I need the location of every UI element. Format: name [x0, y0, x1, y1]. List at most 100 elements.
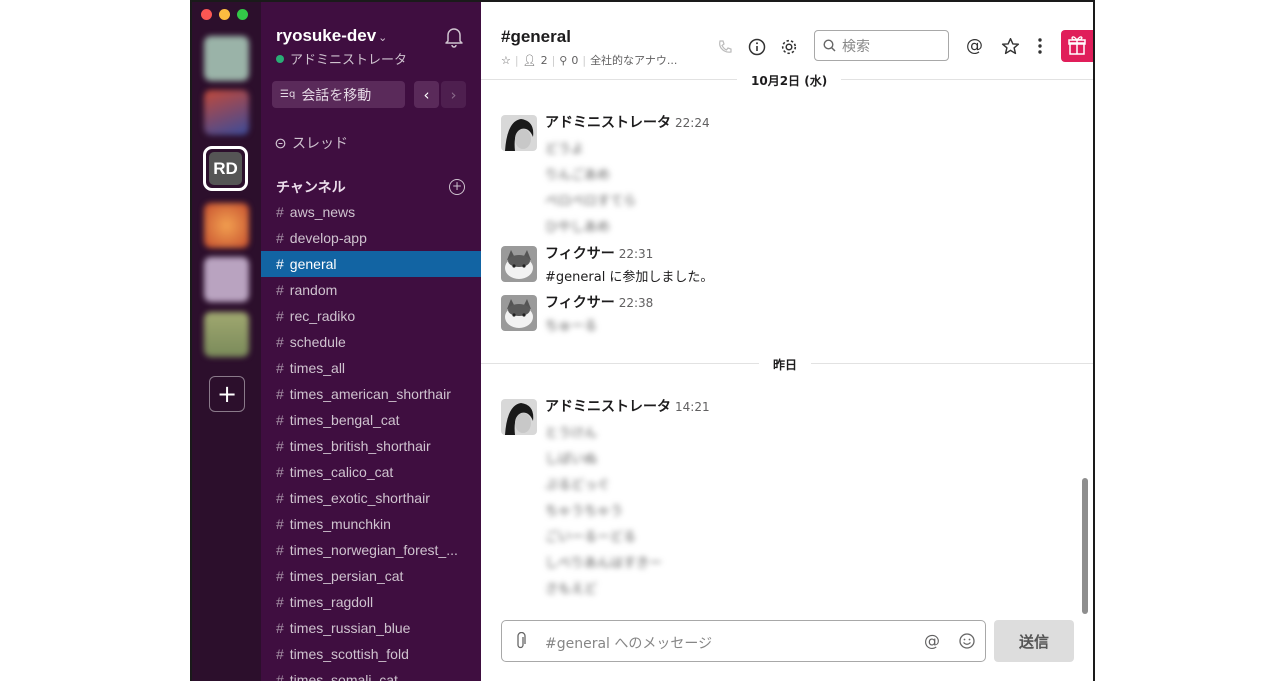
- channel-name: aws_news: [289, 204, 356, 220]
- channel-name: develop-app: [289, 230, 367, 246]
- star-icon[interactable]: [1001, 37, 1020, 56]
- send-button[interactable]: 送信: [994, 620, 1074, 662]
- workspace-icon-4[interactable]: [204, 203, 249, 248]
- minimize-window-button[interactable]: [219, 9, 230, 20]
- bell-icon[interactable]: [444, 26, 464, 48]
- message-author[interactable]: アドミニストレータ: [545, 115, 671, 131]
- avatar[interactable]: [501, 115, 537, 151]
- message-text: ひやしあめ: [545, 220, 611, 235]
- channels-header[interactable]: チャンネル: [276, 177, 346, 197]
- workspace-icon-1[interactable]: [204, 36, 249, 81]
- avatar[interactable]: [501, 246, 537, 282]
- maximize-window-button[interactable]: [237, 9, 248, 20]
- workspace-icon-5[interactable]: [204, 257, 249, 302]
- channel-name: times_calico_cat: [289, 464, 394, 480]
- star-outline-icon[interactable]: ☆: [501, 54, 511, 67]
- app-window: RD + ryosuke-dev ⌄ アドミニストレータ ☰q 会話を移動 ‹ ›…: [190, 0, 1095, 681]
- sidebar-item-channel[interactable]: # times_munchkin: [261, 511, 481, 537]
- sidebar-item-channel[interactable]: # rec_radiko: [261, 303, 481, 329]
- hash-icon: #: [276, 438, 284, 454]
- history-back-button[interactable]: ‹: [414, 81, 439, 108]
- sidebar-item-channel[interactable]: # random: [261, 277, 481, 303]
- workspace-icon-6[interactable]: [204, 312, 249, 357]
- hash-icon: #: [276, 542, 284, 558]
- message-author[interactable]: フィクサー: [545, 246, 615, 262]
- emoji-icon[interactable]: [958, 632, 976, 650]
- hash-icon: #: [276, 646, 284, 662]
- team-name-menu[interactable]: ryosuke-dev ⌄: [276, 26, 387, 46]
- jump-to-conversation-button[interactable]: ☰q 会話を移動: [272, 81, 405, 108]
- search-placeholder: 検索: [842, 38, 870, 55]
- avatar[interactable]: [501, 399, 537, 435]
- workspace-icon-2[interactable]: [204, 90, 249, 135]
- sidebar-item-channel[interactable]: # schedule: [261, 329, 481, 355]
- paperclip-icon[interactable]: [515, 632, 527, 650]
- sidebar-item-channel[interactable]: # times_bengal_cat: [261, 407, 481, 433]
- presence-dot-icon: [276, 54, 284, 63]
- message-composer[interactable]: #general へのメッセージ @: [501, 620, 986, 662]
- history-forward-button[interactable]: ›: [441, 81, 466, 108]
- chevron-down-icon: ⌄: [378, 32, 388, 44]
- sidebar-item-channel[interactable]: # times_british_shorthair: [261, 433, 481, 459]
- channel-name: times_ragdoll: [289, 594, 374, 610]
- sidebar-item-channel[interactable]: # times_exotic_shorthair: [261, 485, 481, 511]
- sidebar-item-channel[interactable]: # times_scottish_fold: [261, 641, 481, 667]
- message-scrollbar[interactable]: [1082, 478, 1088, 614]
- sidebar-item-channel[interactable]: # aws_news: [261, 199, 481, 225]
- sidebar-item-channel[interactable]: # times_somali_cat: [261, 667, 481, 681]
- pin-icon[interactable]: ⚲: [559, 54, 567, 67]
- add-workspace-button[interactable]: +: [209, 376, 245, 412]
- message-text: ちゃうちゃう: [545, 504, 624, 519]
- add-channel-button[interactable]: +: [449, 179, 465, 195]
- mention-button[interactable]: @: [924, 631, 940, 650]
- sidebar-item-channel[interactable]: # times_persian_cat: [261, 563, 481, 589]
- message-time[interactable]: 22:38: [619, 296, 654, 310]
- channel-title[interactable]: #general: [501, 27, 571, 47]
- sidebar-item-channel[interactable]: # times_russian_blue: [261, 615, 481, 641]
- sidebar-item-channel[interactable]: # times_norwegian_forest_...: [261, 537, 481, 563]
- info-icon[interactable]: [748, 38, 766, 56]
- channel-topic[interactable]: 全社的なアナウ...: [590, 52, 677, 68]
- message-text: ちゅーる: [545, 319, 598, 334]
- hash-icon: #: [276, 204, 284, 220]
- hash-icon: #: [276, 464, 284, 480]
- message-time[interactable]: 14:21: [675, 400, 710, 414]
- channel-name: times_munchkin: [289, 516, 391, 532]
- message-author[interactable]: アドミニストレータ: [545, 399, 671, 415]
- user-status[interactable]: アドミニストレータ: [276, 49, 407, 68]
- message-author[interactable]: フィクサー: [545, 295, 615, 311]
- hash-icon: #: [276, 672, 284, 681]
- message-time[interactable]: 22:31: [619, 247, 654, 261]
- day-divider-label: 10月2日 (水): [737, 72, 842, 89]
- more-vertical-icon[interactable]: [1037, 37, 1043, 55]
- threads-link[interactable]: スレッド: [275, 133, 348, 153]
- hash-icon: #: [276, 568, 284, 584]
- mentions-button[interactable]: @: [966, 36, 983, 56]
- sidebar-item-channel[interactable]: # develop-app: [261, 225, 481, 251]
- message-text: しべりあんはすきー: [545, 556, 663, 571]
- gear-icon[interactable]: [780, 38, 798, 56]
- phone-icon[interactable]: [717, 39, 733, 55]
- sidebar-item-channel[interactable]: # times_all: [261, 355, 481, 381]
- channel-name: times_exotic_shorthair: [289, 490, 430, 506]
- sidebar-item-channel[interactable]: # times_calico_cat: [261, 459, 481, 485]
- search-input[interactable]: 検索: [814, 30, 949, 61]
- team-name: ryosuke-dev: [276, 26, 377, 45]
- message-text: とうけん: [545, 426, 598, 441]
- sidebar-item-channel[interactable]: # general: [261, 251, 481, 277]
- channel-name: rec_radiko: [289, 308, 356, 324]
- channel-meta: ☆ | 👤︎ 2 | ⚲ 0 | 全社的なアナウ...: [501, 52, 678, 68]
- pin-count[interactable]: 0: [571, 54, 578, 67]
- sidebar-item-channel[interactable]: # times_american_shorthair: [261, 381, 481, 407]
- gift-button[interactable]: [1061, 30, 1093, 62]
- search-icon: [823, 39, 836, 52]
- hash-icon: #: [276, 256, 284, 272]
- switcher-icon: ☰q: [280, 89, 296, 100]
- member-count[interactable]: 2: [541, 54, 548, 67]
- message-time[interactable]: 22:24: [675, 116, 710, 130]
- close-window-button[interactable]: [201, 9, 212, 20]
- avatar[interactable]: [501, 295, 537, 331]
- members-icon[interactable]: 👤︎: [523, 54, 537, 67]
- sidebar-item-channel[interactable]: # times_ragdoll: [261, 589, 481, 615]
- workspace-icon-current[interactable]: RD: [203, 146, 248, 191]
